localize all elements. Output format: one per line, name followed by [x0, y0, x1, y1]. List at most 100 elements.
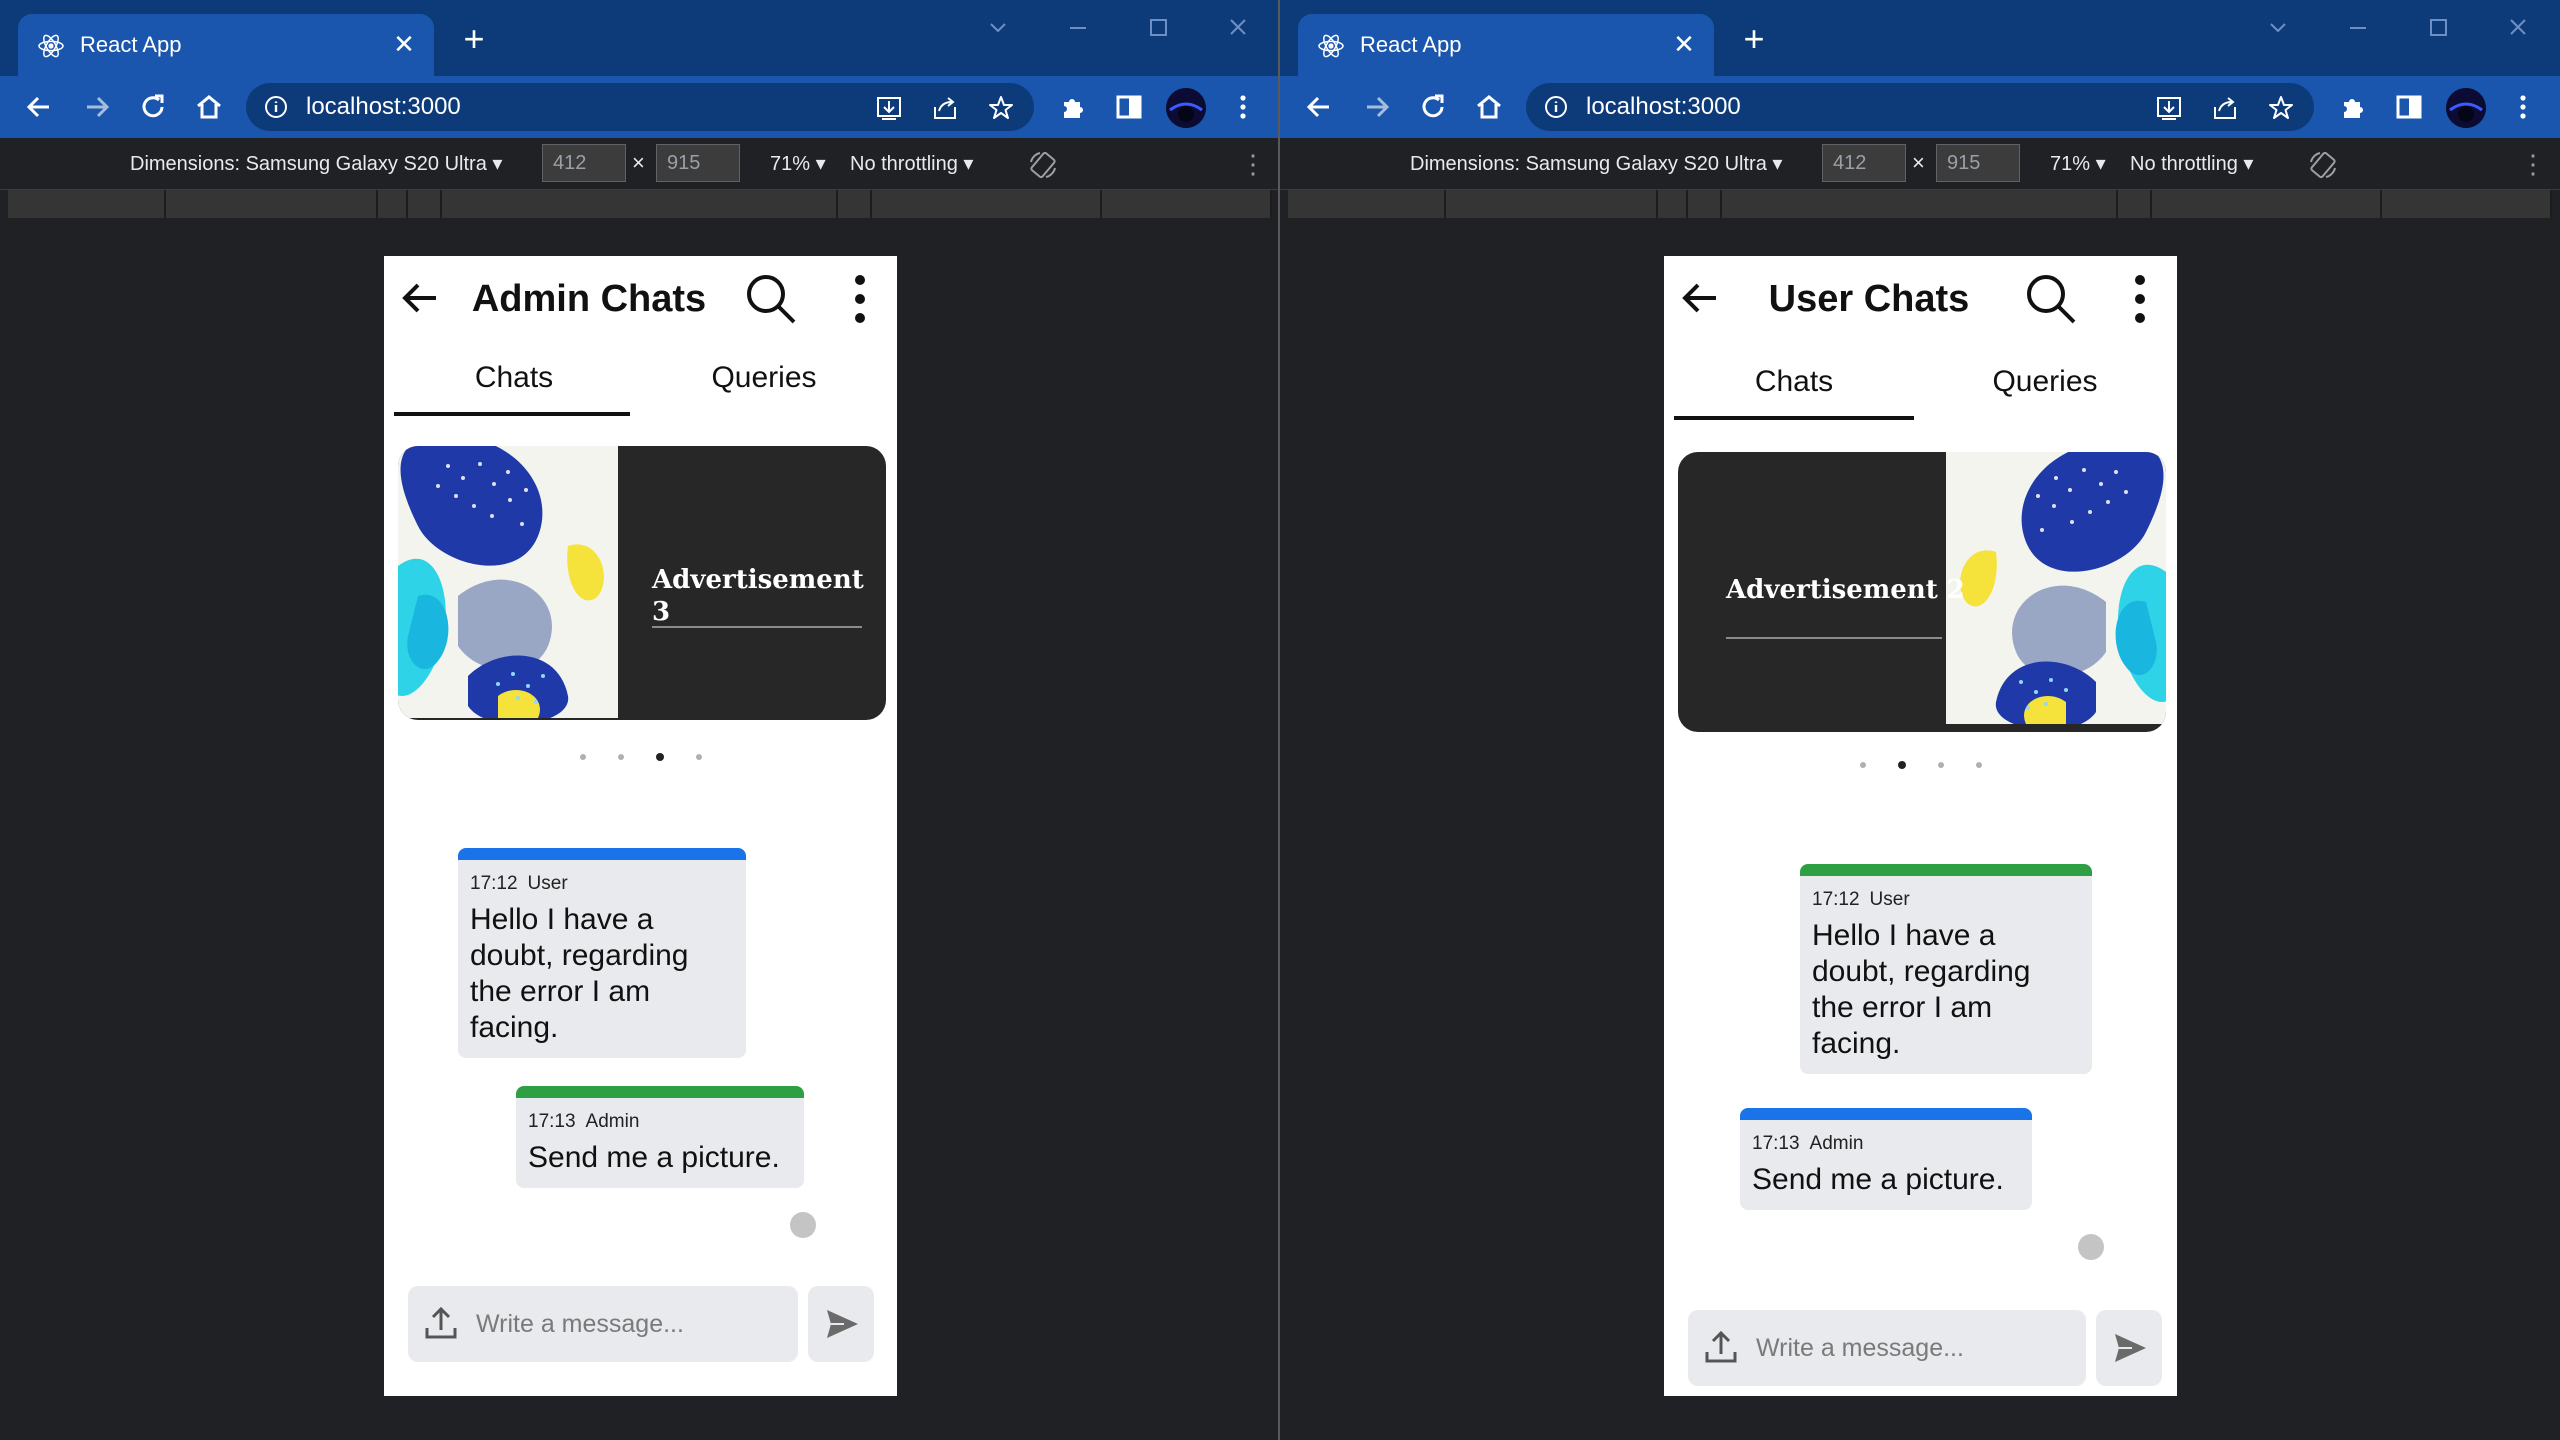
viewport-height-input[interactable]: 915	[1936, 144, 2020, 182]
minimize-icon[interactable]	[1058, 14, 1098, 42]
dimension-separator: ×	[632, 150, 645, 175]
advertisement-banner[interactable]: Advertisement 3	[398, 446, 886, 720]
reload-icon[interactable]	[136, 90, 170, 124]
avatar[interactable]	[2446, 88, 2486, 128]
throttling-select[interactable]: No throttling ▾	[2130, 152, 2253, 176]
info-icon[interactable]	[1544, 95, 1568, 119]
message-time: 17:12	[1812, 889, 1860, 910]
app-header: Admin Chats	[384, 256, 897, 336]
info-icon[interactable]	[264, 95, 288, 119]
browser-toolbar: localhost:3000	[1280, 76, 2560, 138]
forward-arrow-icon[interactable]	[1360, 90, 1394, 124]
device-dimensions-select[interactable]: Dimensions: Samsung Galaxy S20 Ultra ▾	[1410, 152, 1782, 176]
message-input[interactable]	[1756, 1310, 2066, 1386]
carousel-dot[interactable]	[1975, 761, 1982, 768]
carousel-dot[interactable]	[617, 753, 624, 760]
tab-queries[interactable]: Queries	[644, 346, 884, 416]
chat-tabs: Chats Queries	[394, 346, 890, 416]
tab-chats[interactable]: Chats	[1674, 350, 1914, 420]
maximize-icon[interactable]	[2418, 14, 2458, 42]
device-dimensions-select[interactable]: Dimensions: Samsung Galaxy S20 Ultra ▾	[130, 152, 502, 176]
browser-tab[interactable]: React App ✕	[18, 14, 434, 76]
send-button[interactable]	[2096, 1310, 2162, 1386]
viewport-width-input[interactable]: 412	[1822, 144, 1906, 182]
rotate-icon[interactable]	[2308, 150, 2338, 180]
tab-queries[interactable]: Queries	[1918, 350, 2172, 420]
install-icon[interactable]	[2154, 93, 2184, 123]
throttling-select[interactable]: No throttling ▾	[850, 152, 973, 176]
message-text: Hello I have a doubt, regarding the erro…	[1812, 919, 2031, 1060]
carousel-dot[interactable]	[1897, 760, 1906, 769]
search-icon[interactable]	[2024, 272, 2078, 326]
media-query-ruler[interactable]	[1288, 190, 2552, 218]
send-icon	[827, 1310, 858, 1338]
message-bubble[interactable]: 17:12 User Hello I have a doubt, regardin…	[458, 848, 746, 1058]
home-icon[interactable]	[1472, 90, 1506, 124]
share-icon[interactable]	[930, 93, 960, 123]
share-icon[interactable]	[2210, 93, 2240, 123]
message-sender: Admin	[1809, 1133, 1864, 1154]
more-vertical-icon[interactable]	[1226, 90, 1260, 124]
carousel-dot[interactable]	[1937, 761, 1944, 768]
extensions-icon[interactable]	[1056, 90, 1090, 124]
rotate-icon[interactable]	[1028, 150, 1058, 180]
more-vertical-icon[interactable]	[848, 272, 872, 326]
carousel-dot[interactable]	[579, 753, 586, 760]
media-query-ruler[interactable]	[8, 190, 1272, 218]
window-close-icon[interactable]	[1218, 14, 1258, 42]
message-input[interactable]	[476, 1286, 786, 1362]
new-tab-button[interactable]: +	[456, 21, 492, 58]
reload-icon[interactable]	[1416, 90, 1450, 124]
search-icon[interactable]	[744, 272, 798, 326]
install-icon[interactable]	[874, 93, 904, 123]
forward-arrow-icon[interactable]	[80, 90, 114, 124]
carousel-dots	[1664, 756, 2177, 776]
message-bubble[interactable]: 17:13 Admin Send me a picture.	[516, 1086, 804, 1188]
carousel-dot[interactable]	[655, 752, 664, 761]
address-bar[interactable]: localhost:3000	[246, 83, 1034, 131]
back-arrow-icon[interactable]	[22, 90, 56, 124]
url-text[interactable]: localhost:3000	[306, 93, 461, 121]
maximize-icon[interactable]	[1138, 14, 1178, 42]
back-arrow-icon[interactable]	[1302, 90, 1336, 124]
read-status-dot	[790, 1212, 816, 1238]
home-icon[interactable]	[192, 90, 226, 124]
address-bar[interactable]: localhost:3000	[1526, 83, 2314, 131]
upload-icon[interactable]	[1702, 1328, 1740, 1366]
close-icon[interactable]: ✕	[1670, 30, 1698, 58]
abstract-art-image	[398, 446, 618, 718]
minimize-icon[interactable]	[2338, 14, 2378, 42]
tab-search-chevron-icon[interactable]	[2258, 14, 2298, 42]
url-text[interactable]: localhost:3000	[1586, 93, 1741, 121]
devtools-more-icon[interactable]: ⋮	[2520, 150, 2546, 180]
back-arrow-icon[interactable]	[1678, 278, 1722, 318]
carousel-dot[interactable]	[695, 753, 702, 760]
extensions-icon[interactable]	[2336, 90, 2370, 124]
upload-icon[interactable]	[422, 1304, 460, 1342]
side-panel-icon[interactable]	[1112, 90, 1146, 124]
more-vertical-icon[interactable]	[2128, 272, 2152, 326]
back-arrow-icon[interactable]	[398, 278, 442, 318]
more-vertical-icon[interactable]	[2506, 90, 2540, 124]
message-bubble[interactable]: 17:12 User Hello I have a doubt, regardin…	[1800, 864, 2092, 1074]
side-panel-icon[interactable]	[2392, 90, 2426, 124]
viewport-width-input[interactable]: 412	[542, 144, 626, 182]
new-tab-button[interactable]: +	[1736, 21, 1772, 58]
tab-search-chevron-icon[interactable]	[978, 14, 1018, 42]
zoom-select[interactable]: 71% ▾	[770, 152, 826, 176]
message-sender: User	[527, 873, 568, 894]
star-icon[interactable]	[986, 93, 1016, 123]
advertisement-banner[interactable]: Advertisement 2	[1678, 452, 2166, 732]
browser-tab[interactable]: React App ✕	[1298, 14, 1714, 76]
zoom-select[interactable]: 71% ▾	[2050, 152, 2106, 176]
devtools-more-icon[interactable]: ⋮	[1240, 150, 1266, 180]
viewport-height-input[interactable]: 915	[656, 144, 740, 182]
tab-chats[interactable]: Chats	[394, 346, 634, 416]
send-button[interactable]	[808, 1286, 874, 1362]
message-bubble[interactable]: 17:13 Admin Send me a picture.	[1740, 1108, 2032, 1210]
window-close-icon[interactable]	[2498, 14, 2538, 42]
carousel-dot[interactable]	[1859, 761, 1866, 768]
avatar[interactable]	[1166, 88, 1206, 128]
close-icon[interactable]: ✕	[390, 30, 418, 58]
star-icon[interactable]	[2266, 93, 2296, 123]
